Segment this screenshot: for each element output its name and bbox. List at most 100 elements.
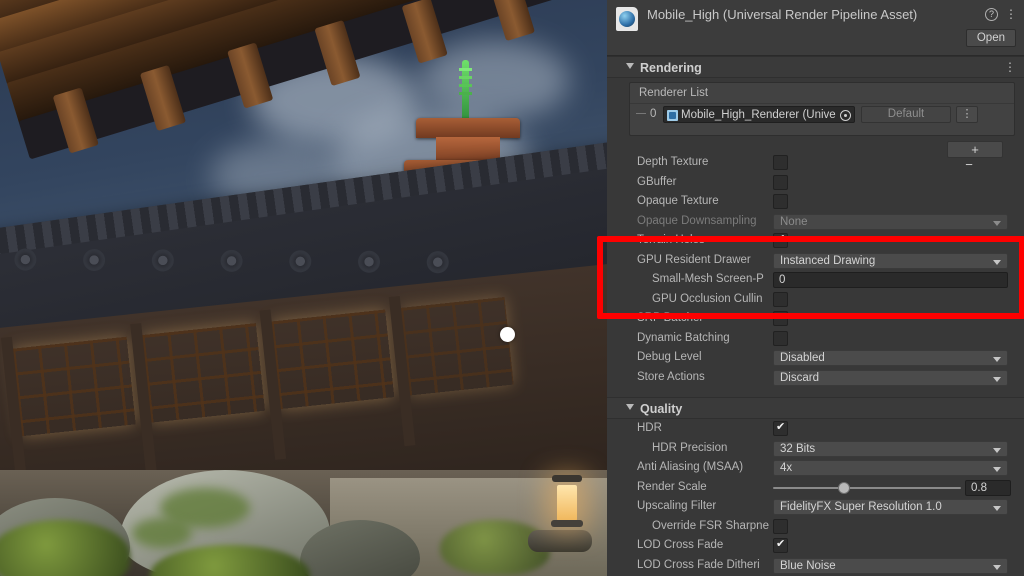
checkbox-hdr[interactable]	[773, 420, 788, 436]
dropdown-value: FidelityFX Super Resolution 1.0	[780, 501, 942, 513]
dropdown-anti-aliasing-msaa[interactable]: 4x	[773, 460, 1008, 476]
section-header-quality[interactable]: Quality	[607, 397, 1024, 419]
roof-medallion	[12, 247, 38, 272]
property-label: Small-Mesh Screen-P	[652, 273, 764, 285]
property-label: LOD Cross Fade	[637, 539, 724, 551]
rendering-properties: Depth Texture GBuffer Opaque Texture Opaque…	[607, 153, 1024, 387]
chevron-down-icon	[993, 467, 1001, 472]
property-label: Anti Aliasing (MSAA)	[637, 461, 744, 473]
property-row-anti-aliasing-msaa: Anti Aliasing (MSAA) 4x	[607, 458, 1024, 478]
section-title: Quality	[640, 402, 683, 416]
shoji-window	[141, 323, 265, 423]
chevron-down-icon	[993, 259, 1001, 265]
property-row-gbuffer: GBuffer	[607, 173, 1024, 193]
default-button[interactable]: Default	[861, 106, 951, 123]
renderer-object-field[interactable]: Mobile_High_Renderer (Universal Re	[663, 106, 855, 123]
slider-handle[interactable]	[838, 481, 851, 494]
lantern-base	[551, 520, 583, 527]
roof-medallion	[287, 248, 313, 274]
dropdown-value: Blue Noise	[780, 559, 836, 572]
property-row-opaque-texture: Opaque Texture	[607, 192, 1024, 212]
chevron-down-icon	[993, 564, 1001, 570]
checkbox-gbuffer[interactable]	[773, 174, 788, 190]
checkbox-override-fsr-sharpne[interactable]	[773, 518, 788, 534]
quality-group: Quality HDR HDR Precision 32 Bits Anti Alia…	[607, 397, 1024, 575]
property-label: Dynamic Batching	[637, 331, 730, 344]
chevron-down-icon	[993, 357, 1001, 362]
property-row-override-fsr-sharpne: Override FSR Sharpne	[607, 517, 1024, 537]
open-button[interactable]: Open	[965, 29, 1016, 47]
drag-handle-icon[interactable]	[636, 113, 646, 115]
dropdown-debug-level[interactable]: Disabled	[773, 350, 1008, 366]
checkbox-dynamic-batching[interactable]	[773, 330, 788, 346]
dropdown-lod-cross-fade-ditheri[interactable]: Blue Noise	[773, 557, 1008, 574]
dropdown-gpu-resident-drawer[interactable]: Instanced Drawing	[773, 252, 1008, 269]
slider-value-field[interactable]: 0.8	[965, 479, 1011, 496]
section-title: Rendering	[640, 61, 702, 75]
section-header-rendering[interactable]: Rendering ⋮	[607, 56, 1024, 78]
quality-properties: HDR HDR Precision 32 Bits Anti Aliasing (MS…	[607, 419, 1024, 575]
checkbox-terrain-holes[interactable]	[773, 232, 788, 248]
dropdown-value: Discard	[780, 371, 819, 384]
renderer-list-title: Renderer List	[639, 87, 709, 99]
checkbox-gpu-occlusion-cullin[interactable]	[773, 291, 788, 307]
checkbox-srp-batcher[interactable]	[773, 310, 788, 326]
input-value: 0	[779, 274, 786, 286]
inspector-header: Mobile_High (Universal Render Pipeline A…	[607, 0, 1024, 56]
dropdown-store-actions[interactable]: Discard	[773, 369, 1008, 386]
chevron-down-icon	[993, 506, 1001, 511]
cursor-dot	[500, 327, 515, 342]
chevron-down-icon[interactable]	[626, 63, 634, 69]
dropdown-value: None	[780, 215, 808, 228]
checkbox-depth-texture[interactable]	[773, 155, 788, 170]
help-icon[interactable]: ?	[985, 8, 998, 21]
property-row-dynamic-batching: Dynamic Batching	[607, 329, 1024, 349]
property-label: Upscaling Filter	[637, 500, 717, 512]
game-view[interactable]	[0, 0, 607, 576]
property-label: HDR Precision	[652, 441, 728, 454]
kebab-menu-icon[interactable]: ⋮	[1005, 7, 1017, 22]
property-label: Depth Texture	[637, 156, 709, 168]
renderer-list-row[interactable]: 0 Mobile_High_Renderer (Universal Re Def…	[630, 103, 1014, 125]
roof-medallion	[150, 248, 176, 273]
property-label: Render Scale	[637, 480, 707, 493]
dropdown-value: Disabled	[780, 352, 825, 364]
lantern-light	[557, 485, 577, 521]
property-label: LOD Cross Fade Ditheri	[637, 558, 760, 571]
roof-medallion	[219, 248, 244, 274]
renderer-list: Renderer List 0 Mobile_High_Renderer (Un…	[629, 82, 1015, 172]
property-row-depth-texture: Depth Texture	[607, 153, 1024, 173]
checkbox-lod-cross-fade[interactable]	[773, 537, 788, 553]
property-row-lod-cross-fade-ditheri: LOD Cross Fade Ditheri Blue Noise	[607, 556, 1024, 576]
property-label: Opaque Texture	[637, 195, 719, 207]
asset-title: Mobile_High (Universal Render Pipeline A…	[647, 7, 918, 22]
dropdown-upscaling-filter[interactable]: FidelityFX Super Resolution 1.0	[773, 499, 1008, 515]
object-picker-icon[interactable]	[840, 110, 851, 121]
inspector-panel: Mobile_High (Universal Render Pipeline A…	[597, 0, 1024, 576]
section-kebab-icon[interactable]: ⋮	[1004, 60, 1016, 74]
chevron-down-icon[interactable]	[626, 404, 634, 410]
dropdown-opaque-downsampling: None	[773, 213, 1008, 230]
property-label: GPU Occlusion Cullin	[652, 292, 763, 305]
dropdown-value: 4x	[780, 462, 793, 474]
property-label: Opaque Downsampling	[637, 214, 757, 227]
chevron-down-icon	[993, 220, 1001, 226]
renderer-asset-icon	[667, 110, 678, 121]
roof-medallion	[356, 249, 382, 275]
property-row-render-scale: Render Scale 0.8	[607, 478, 1024, 498]
slider-track-render-scale[interactable]	[773, 486, 961, 489]
row-kebab-icon[interactable]: ⋮	[956, 106, 978, 123]
checkbox-opaque-texture[interactable]	[773, 194, 788, 209]
lantern-stone	[528, 530, 592, 552]
property-row-store-actions: Store Actions Discard	[607, 368, 1024, 388]
shoji-window	[270, 309, 395, 410]
dropdown-hdr-precision[interactable]: 32 Bits	[773, 440, 1008, 457]
stone-lantern	[551, 475, 583, 527]
screenshot-root: Mobile_High (Universal Render Pipeline A…	[0, 0, 1024, 576]
property-label: GPU Resident Drawer	[637, 253, 751, 266]
property-row-upscaling-filter: Upscaling Filter FidelityFX Super Resolut…	[607, 497, 1024, 517]
lantern-cap	[552, 475, 582, 482]
property-row-hdr-precision: HDR Precision 32 Bits	[607, 439, 1024, 459]
property-row-gpu-occlusion-cullin: GPU Occlusion Cullin	[607, 290, 1024, 310]
input-small-mesh-screen-p[interactable]: 0	[773, 272, 1008, 288]
